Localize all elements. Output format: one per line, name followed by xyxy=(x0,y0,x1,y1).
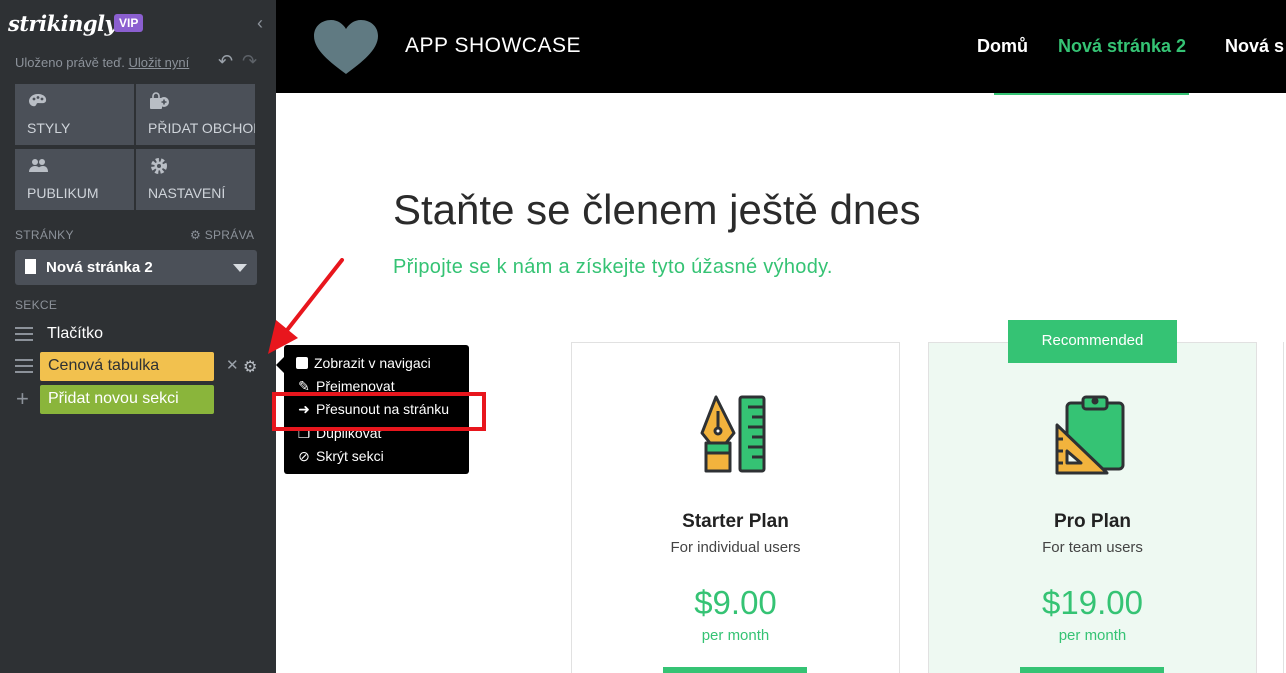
heart-logo-icon[interactable] xyxy=(312,18,380,76)
pages-heading: STRÁNKY xyxy=(15,228,74,242)
plan-price: $19.00 xyxy=(1042,584,1143,621)
save-status-text: Uloženo právě teď. xyxy=(15,55,125,70)
pricing-card-starter[interactable]: Starter Plan For individual users $9.00 … xyxy=(571,342,900,673)
save-now-link[interactable]: Uložit nyní xyxy=(129,55,190,70)
audience-button[interactable]: PUBLIKUM xyxy=(15,149,134,210)
menu-item-label: Skrýt sekci xyxy=(316,448,384,464)
redo-icon[interactable]: ↷ xyxy=(242,51,257,72)
highlight-box xyxy=(272,392,486,431)
drag-handle-icon[interactable] xyxy=(15,359,33,377)
add-store-button[interactable]: PŘIDAT OBCHOD xyxy=(136,84,255,145)
delete-section-icon[interactable]: ✕ xyxy=(226,356,239,374)
add-section-button[interactable]: Přidat novou sekci xyxy=(40,385,214,414)
manage-pages-link[interactable]: ⚙ SPRÁVA xyxy=(190,228,254,242)
plan-name: Starter Plan xyxy=(682,511,789,532)
clipboard-triangle-icon xyxy=(1055,395,1124,475)
vip-badge: VIP xyxy=(114,14,144,32)
plan-select-button[interactable] xyxy=(663,667,807,673)
plus-icon: + xyxy=(16,386,29,411)
annotation-arrow-icon xyxy=(268,258,344,354)
plan-name: Pro Plan xyxy=(1053,511,1132,532)
editor-sidebar: strikingly VIP ‹ Uloženo právě teď. Ulož… xyxy=(0,0,276,673)
styles-button[interactable]: STYLY xyxy=(15,84,134,145)
plan-select-button[interactable] xyxy=(1020,667,1164,673)
styles-label: STYLY xyxy=(27,120,71,136)
page-subtitle: Připojte se k nám a získejte tyto úžasné… xyxy=(393,256,833,278)
collapse-sidebar-icon[interactable]: ‹ xyxy=(257,13,263,34)
document-icon xyxy=(25,259,36,274)
section-settings-gear-icon[interactable]: ⚙ xyxy=(243,357,257,377)
checkbox[interactable] xyxy=(296,357,308,369)
plan-period: per month xyxy=(1058,627,1127,644)
chevron-down-icon xyxy=(233,264,247,272)
plan-description: For individual users xyxy=(670,539,801,556)
plan-price: $9.00 xyxy=(694,584,777,621)
people-icon xyxy=(29,159,48,172)
palette-icon xyxy=(29,94,47,107)
pricing-card-pro[interactable]: Pro Plan For team users $19.00 per month xyxy=(928,342,1257,673)
page-title: Staňte se členem ještě dnes xyxy=(393,186,921,233)
nav-link-new-page-2[interactable]: Nová stránka 2 xyxy=(1058,36,1186,57)
page-dropdown[interactable]: Nová stránka 2 xyxy=(15,250,257,285)
save-status: Uloženo právě teď. Uložit nyní xyxy=(15,55,189,70)
nav-link-new-page[interactable]: Nová s xyxy=(1225,36,1284,57)
audience-label: PUBLIKUM xyxy=(27,185,99,201)
store-add-icon xyxy=(150,92,169,109)
settings-button[interactable]: NASTAVENÍ xyxy=(136,149,255,210)
section-item-pricing-table[interactable]: Cenová tabulka xyxy=(40,352,214,381)
plan-description: For team users xyxy=(1042,539,1143,556)
eye-slash-icon: ⊘ xyxy=(298,448,310,464)
gear-icon xyxy=(151,158,167,174)
undo-icon[interactable]: ↶ xyxy=(218,51,233,72)
settings-label: NASTAVENÍ xyxy=(148,185,226,201)
sections-heading: SEKCE xyxy=(15,298,58,312)
pen-ruler-icon xyxy=(700,395,765,473)
site-header: APP SHOWCASE Domů Nová stránka 2 Nová s xyxy=(276,0,1286,93)
strikingly-logo: strikingly xyxy=(8,11,117,36)
add-store-label: PŘIDAT OBCHOD xyxy=(148,120,255,136)
section-item-button[interactable]: Tlačítko xyxy=(47,325,103,343)
drag-handle-icon[interactable] xyxy=(15,327,33,345)
current-page-name: Nová stránka 2 xyxy=(46,259,153,276)
recommended-badge: Recommended xyxy=(1008,320,1177,363)
active-nav-indicator xyxy=(994,93,1189,95)
plan-period: per month xyxy=(701,627,770,644)
site-title[interactable]: APP SHOWCASE xyxy=(405,34,581,58)
nav-link-home[interactable]: Domů xyxy=(977,36,1028,57)
menu-item-hide-section[interactable]: ⊘ Skrýt sekci xyxy=(296,448,384,465)
